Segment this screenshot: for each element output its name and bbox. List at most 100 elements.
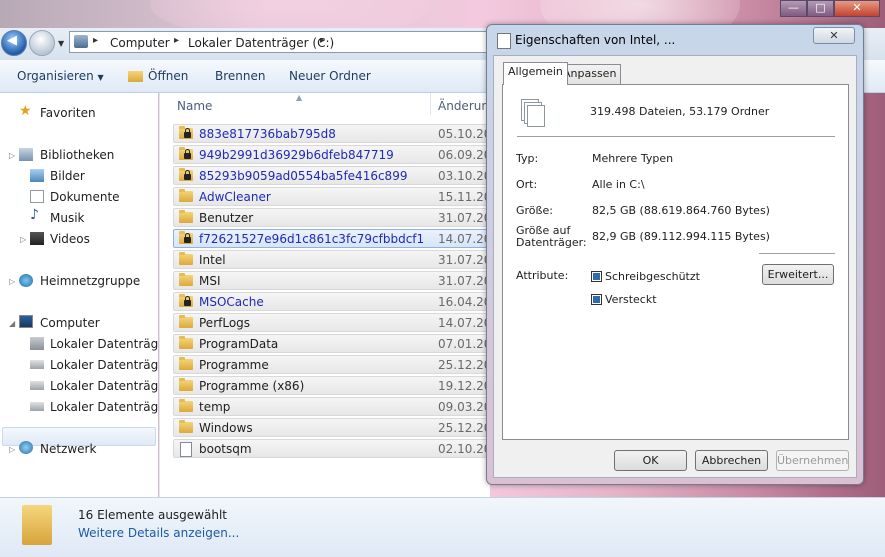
- ok-button[interactable]: OK: [614, 450, 687, 471]
- size-on-disk-label-line2: Datenträger:: [516, 236, 587, 249]
- file-row[interactable]: Windows 25.12.2016: [173, 418, 493, 437]
- file-name: Programme (x86): [199, 379, 305, 393]
- file-row[interactable]: temp 09.03.2016: [173, 397, 493, 416]
- breadcrumb-chevron-icon[interactable]: ▸: [174, 35, 179, 46]
- breadcrumb-chevron-icon[interactable]: ▸: [93, 35, 98, 46]
- nav-documents[interactable]: Dokumente: [50, 190, 120, 204]
- type-label: Typ:: [516, 152, 539, 165]
- folder-icon: [179, 273, 193, 286]
- videos-icon: [30, 232, 44, 245]
- attributes-label: Attribute:: [516, 269, 569, 282]
- new-folder-button[interactable]: Neuer Ordner: [289, 69, 371, 83]
- type-value: Mehrere Typen: [592, 152, 674, 165]
- divider: [759, 253, 835, 254]
- file-row[interactable]: f72621527e96d1c861c3fc79cfbbdcf1 14.07.20…: [173, 229, 493, 248]
- nav-computer[interactable]: Computer: [40, 316, 100, 330]
- file-date: 14.07.2016: [438, 232, 490, 246]
- music-icon: ♪: [30, 207, 39, 223]
- file-row[interactable]: Programme (x86) 19.12.2016: [173, 376, 493, 395]
- contents-summary: 319.498 Dateien, 53.179 Ordner: [590, 105, 770, 118]
- divider: [517, 136, 835, 137]
- more-details-link[interactable]: Weitere Details anzeigen...: [78, 526, 239, 540]
- dialog-body: Allgemein Anpassen 319.498 Dateien, 53.1…: [493, 55, 857, 478]
- minimize-button[interactable]: —: [780, 0, 807, 17]
- file-name: ProgramData: [199, 337, 279, 351]
- location-label: Ort:: [516, 178, 538, 191]
- file-row[interactable]: ProgramData 07.01.2017: [173, 334, 493, 353]
- file-date: 31.07.2015: [438, 211, 490, 225]
- nav-network[interactable]: Netzwerk: [40, 442, 96, 456]
- nav-pictures[interactable]: Bilder: [50, 169, 85, 183]
- file-name: f72621527e96d1c861c3fc79cfbbdcf1: [199, 232, 425, 246]
- file-row[interactable]: Benutzer 31.07.2015: [173, 208, 493, 227]
- file-row[interactable]: AdwCleaner 15.11.2016: [173, 187, 493, 206]
- nav-videos[interactable]: Videos: [50, 232, 90, 246]
- file-row[interactable]: MSOCache 16.04.2016: [173, 292, 493, 311]
- nav-drive[interactable]: Lokaler Datenträger: [50, 379, 171, 393]
- column-divider[interactable]: [430, 93, 431, 115]
- close-window-button[interactable]: ✕: [834, 0, 880, 17]
- nav-homegroup[interactable]: Heimnetzgruppe: [40, 274, 140, 288]
- expand-icon[interactable]: ▷: [9, 445, 15, 454]
- advanced-button[interactable]: Erweitert...: [762, 264, 834, 285]
- expand-icon[interactable]: ▷: [9, 277, 15, 286]
- file-row[interactable]: 85293b9059ad0554ba5fe416c899 03.10.2016: [173, 166, 493, 185]
- chevron-down-icon: ▼: [97, 73, 104, 82]
- file-name: Intel: [199, 253, 226, 267]
- back-button[interactable]: ◀: [1, 30, 27, 56]
- nav-favorites[interactable]: Favoriten: [40, 106, 96, 120]
- nav-music[interactable]: Musik: [50, 211, 85, 225]
- file-icon: [180, 442, 192, 457]
- breadcrumb-computer[interactable]: Computer: [110, 36, 170, 50]
- open-button[interactable]: Öffnen: [148, 69, 188, 83]
- organize-button[interactable]: Organisieren ▼: [17, 69, 104, 83]
- file-row[interactable]: 949b2991d36929b6dfeb847719 06.09.2016: [173, 145, 493, 164]
- computer-drive-icon: [74, 35, 88, 48]
- file-row[interactable]: bootsqm 02.10.2016: [173, 439, 493, 458]
- expand-icon[interactable]: ▷: [9, 151, 15, 160]
- address-bar[interactable]: ▸ Computer ▸ Lokaler Datenträger (C:) ▸: [69, 31, 499, 53]
- sort-ascending-icon: ▲: [296, 93, 303, 102]
- file-date: 06.09.2016: [438, 148, 490, 162]
- nav-drive-c[interactable]: Lokaler Datenträger: [50, 337, 171, 351]
- organize-label: Organisieren: [17, 69, 94, 83]
- readonly-label[interactable]: Schreibgeschützt: [605, 270, 700, 283]
- expand-icon[interactable]: ▷: [20, 235, 26, 244]
- location-value: Alle in C:\: [592, 178, 645, 191]
- collapse-icon[interactable]: ◢: [9, 319, 15, 328]
- nav-drive[interactable]: Lokaler Datenträger: [50, 358, 171, 372]
- file-date: 25.12.2016: [438, 358, 490, 372]
- hidden-label[interactable]: Versteckt: [605, 293, 657, 306]
- file-date: 31.07.2015: [438, 253, 490, 267]
- dialog-close-button[interactable]: ✕: [813, 27, 855, 44]
- file-row[interactable]: MSI 31.07.2015: [173, 271, 493, 290]
- forward-button[interactable]: [29, 30, 55, 56]
- nav-libraries[interactable]: Bibliotheken: [40, 148, 114, 162]
- nav-drive[interactable]: Lokaler Datenträger: [50, 400, 171, 414]
- cancel-button[interactable]: Abbrechen: [695, 450, 768, 471]
- file-row[interactable]: PerfLogs 14.07.2009: [173, 313, 493, 332]
- breadcrumb-drive[interactable]: Lokaler Datenträger (C:): [188, 36, 334, 50]
- readonly-checkbox[interactable]: [591, 271, 602, 282]
- recent-pages-dropdown-icon[interactable]: ▼: [58, 39, 64, 48]
- breadcrumb-chevron-icon[interactable]: ▸: [320, 35, 325, 46]
- apply-button[interactable]: Übernehmen: [776, 450, 849, 471]
- hidden-checkbox[interactable]: [591, 294, 602, 305]
- lock-icon: [184, 149, 191, 159]
- file-row[interactable]: Intel 31.07.2015: [173, 250, 493, 269]
- lock-icon: [184, 128, 191, 138]
- tab-general[interactable]: Allgemein: [503, 62, 568, 85]
- folder-icon: [179, 420, 193, 433]
- file-row[interactable]: Programme 25.12.2016: [173, 355, 493, 374]
- file-row[interactable]: 883e817736bab795d8 05.10.2016: [173, 124, 493, 143]
- burn-button[interactable]: Brennen: [215, 69, 265, 83]
- maximize-button[interactable]: □: [807, 0, 834, 17]
- file-name: 85293b9059ad0554ba5fe416c899: [199, 169, 408, 183]
- file-date: 31.07.2015: [438, 274, 490, 288]
- size-value: 82,5 GB (88.619.864.760 Bytes): [592, 204, 770, 217]
- drive-icon: [30, 360, 44, 369]
- column-header-name[interactable]: Name: [177, 99, 212, 113]
- file-name: MSI: [199, 274, 221, 288]
- folder-stack-icon: [22, 505, 52, 545]
- drive-icon: [30, 402, 44, 411]
